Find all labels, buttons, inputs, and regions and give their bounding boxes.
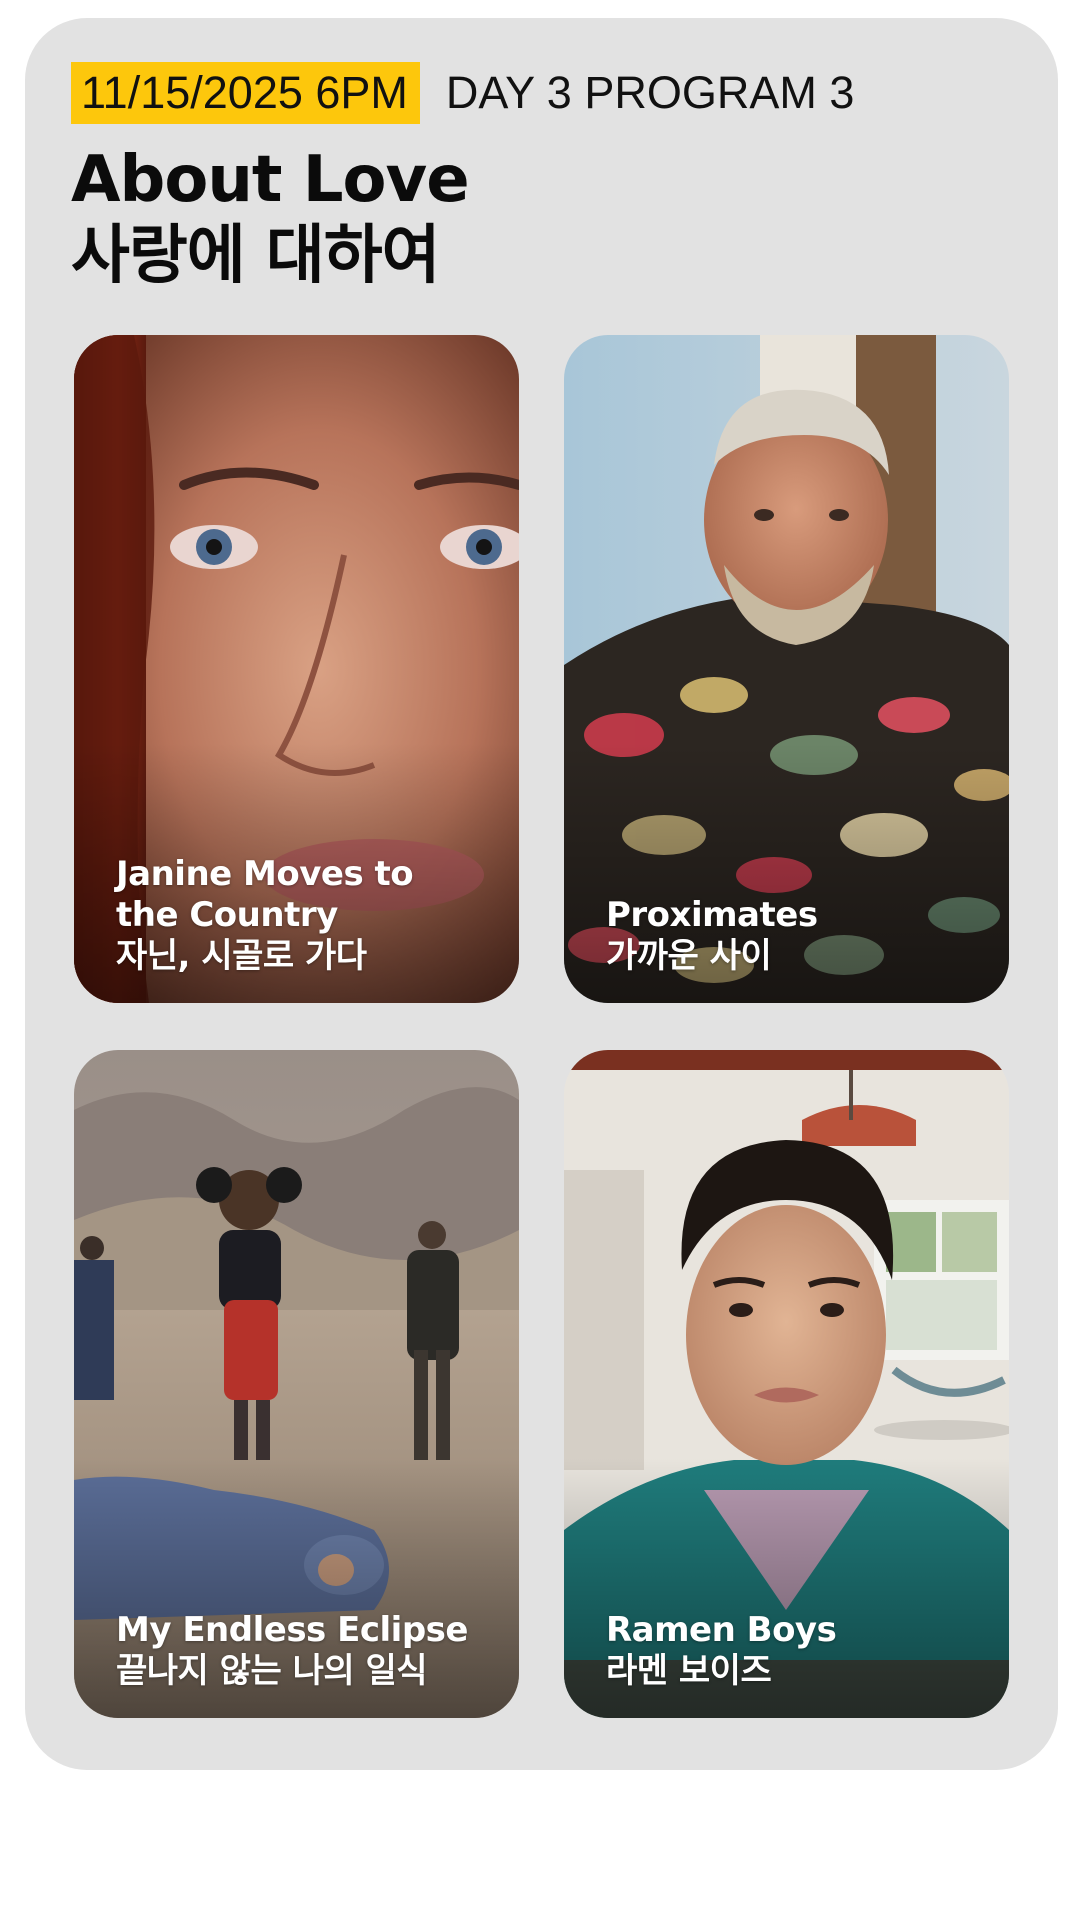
film-title-ko: 가까운 사이 [606,936,772,976]
film-title-ko: 끝나지 않는 나의 일식 [116,1651,428,1691]
film-tile-proximates[interactable]: Proximates 가까운 사이 [564,335,1009,1003]
film-title-en: My Endless Eclipse [116,1610,468,1650]
date-time-badge: 11/15/2025 6PM [71,62,420,124]
film-tile-ramen-boys[interactable]: Ramen Boys 라멘 보이즈 [564,1050,1009,1718]
film-tile-my-endless-eclipse[interactable]: My Endless Eclipse 끝나지 않는 나의 일식 [74,1050,519,1718]
film-title-ko: 라멘 보이즈 [606,1651,772,1691]
film-caption-ramen-boys: Ramen Boys 라멘 보이즈 [606,1610,976,1692]
film-title-en: Ramen Boys [606,1610,837,1650]
film-caption-proximates: Proximates 가까운 사이 [606,895,976,977]
film-title-en: Proximates [606,895,818,935]
film-title-ko: 자닌, 시골로 가다 [116,936,367,976]
film-title-en-line2: the Country [116,895,338,935]
program-title: About Love 사랑에 대하여 [71,142,470,294]
program-title-en: About Love [71,143,470,217]
program-title-ko: 사랑에 대하여 [71,219,441,293]
film-caption-janine: Janine Moves to the Country 자닌, 시골로 가다 [116,854,486,977]
program-header: 11/15/2025 6PM DAY 3 PROGRAM 3 [71,62,854,124]
film-tile-janine[interactable]: Janine Moves to the Country 자닌, 시골로 가다 [74,335,519,1003]
day-program-label: DAY 3 PROGRAM 3 [445,67,855,118]
film-caption-my-endless-eclipse: My Endless Eclipse 끝나지 않는 나의 일식 [116,1610,486,1692]
film-title-en-line1: Janine Moves to [116,854,414,894]
